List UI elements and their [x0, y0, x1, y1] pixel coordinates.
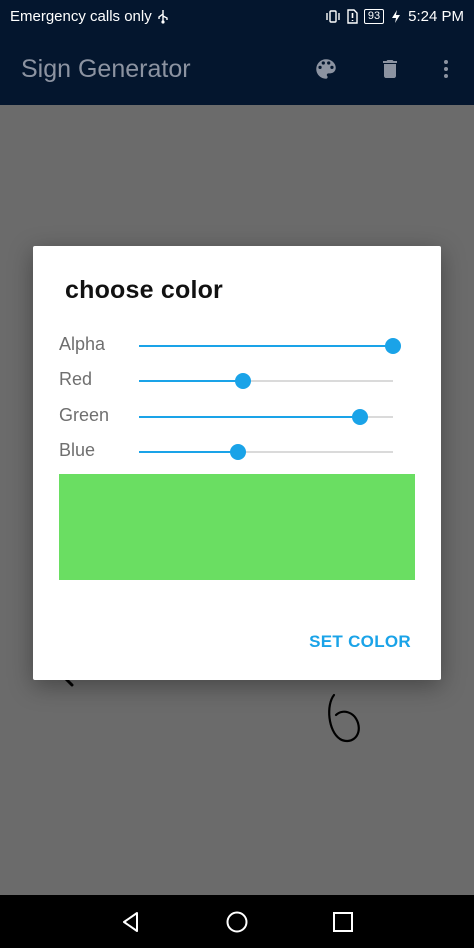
red-slider[interactable] [139, 373, 393, 389]
alpha-slider-fill [139, 345, 393, 347]
battery-icon: 93 [363, 9, 385, 24]
home-button[interactable] [224, 909, 250, 935]
red-slider-fill [139, 380, 244, 382]
palette-button[interactable] [312, 55, 340, 83]
choose-color-dialog: choose color Alpha Red Green Blue SET CO… [33, 246, 441, 680]
alpha-label: Alpha [59, 334, 106, 354]
status-left: Emergency calls only [10, 8, 170, 25]
delete-button[interactable] [376, 55, 404, 83]
green-slider-fill [139, 416, 360, 418]
alpha-slider-row: Alpha [59, 330, 419, 360]
blue-slider-fill [139, 451, 239, 453]
red-slider-row: Red [59, 365, 419, 395]
delete-icon [383, 60, 397, 78]
carrier-text: Emergency calls only [10, 8, 152, 25]
status-right: 93 5:24 PM [326, 8, 464, 25]
recents-icon [333, 912, 353, 932]
dialog-title: choose color [65, 276, 223, 304]
app-title: Sign Generator [21, 55, 191, 83]
vibrate-icon [326, 9, 340, 24]
more-vert-icon [444, 60, 448, 78]
back-button[interactable] [118, 909, 144, 935]
blue-slider[interactable] [139, 444, 393, 460]
recents-button[interactable] [330, 909, 356, 935]
more-options-button[interactable] [432, 55, 460, 83]
blue-label: Blue [59, 440, 96, 460]
green-slider-thumb[interactable] [351, 409, 368, 425]
green-label: Green [59, 405, 110, 425]
blue-slider-thumb[interactable] [230, 444, 247, 460]
sim-alert-icon [345, 9, 359, 24]
charging-icon [389, 9, 403, 24]
signature-stroke [328, 693, 360, 743]
palette-icon [316, 59, 336, 79]
green-slider[interactable] [139, 409, 393, 425]
alpha-slider[interactable] [139, 338, 401, 354]
alpha-slider-thumb[interactable] [385, 338, 401, 354]
blue-slider-row: Blue [59, 436, 419, 466]
status-time: 5:24 PM [408, 8, 464, 25]
app-bar: Sign Generator [0, 33, 474, 105]
red-label: Red [59, 369, 93, 389]
home-icon [226, 911, 248, 933]
color-preview [59, 474, 415, 580]
usb-icon [156, 9, 170, 24]
green-slider-row: Green [59, 401, 419, 431]
red-slider-thumb[interactable] [235, 373, 252, 389]
back-icon [123, 912, 138, 932]
status-bar: Emergency calls only 93 5:24 PM [0, 0, 474, 33]
set-color-button[interactable]: SET COLOR [309, 632, 411, 652]
system-nav-bar [0, 895, 474, 948]
